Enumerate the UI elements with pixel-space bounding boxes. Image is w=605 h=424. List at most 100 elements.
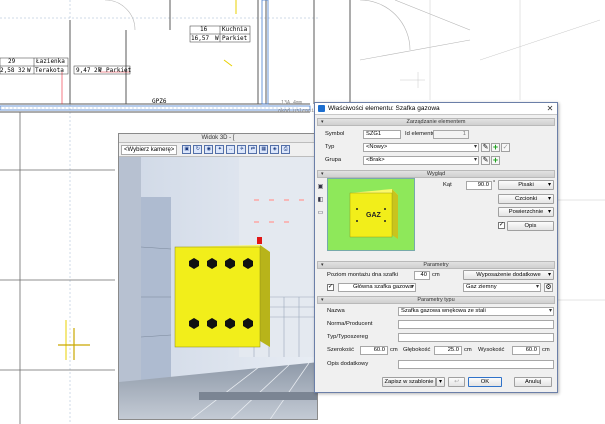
render-icon[interactable]: ◈ [270,145,280,154]
description-checkbox[interactable]: ✓ [498,222,505,229]
save-template-dropdown[interactable] [436,377,445,387]
element-preview: GAZ [327,178,415,251]
main-cabinet-checkbox[interactable]: ✓ [327,284,334,291]
view-3d-icon[interactable]: ▣ [317,184,324,191]
preview-gaz-text: GAZ [366,212,381,219]
pens-button[interactable]: Pisaki [498,180,554,190]
room-number-label: 16 [200,26,208,33]
add-group-button[interactable]: + [491,156,500,165]
room-floor-tag: W [27,67,31,74]
main-cabinet-select[interactable]: Główna szafka gazowa [338,283,416,292]
type-label: Typ [325,144,335,150]
section-title: Zarządzanie elementem [406,119,466,125]
rotate-icon[interactable]: ↻ [193,145,203,154]
collapse-icon: ▾ [321,171,324,177]
angle-unit: ° [493,180,496,186]
section-parameters-header[interactable]: ▾ Parametry [317,261,555,269]
name-select[interactable]: Szafka gazowa wnękowa ze stali [398,307,554,316]
group-label: Grupa [325,157,342,163]
plane-icon[interactable]: ✈ [237,145,247,154]
dialog-title-bar[interactable]: Właściwości elementu: Szafka gazowa ✕ [315,103,557,115]
depth-input[interactable]: 25.0 [434,346,462,355]
view-3d-scene[interactable] [119,157,318,420]
room-floor-tag: W [98,67,102,74]
extra-description-input[interactable] [398,360,554,369]
height-unit: cm [542,347,550,353]
group-select[interactable]: <Brak> [363,156,479,165]
arrows-icon[interactable]: ⇄ [248,145,258,154]
print-icon[interactable]: ⎙ [281,145,291,154]
pencil-icon[interactable]: ✎ [481,143,490,152]
pencil-icon[interactable]: ✎ [481,156,490,165]
collapse-icon: ▾ [321,119,324,125]
type-series-input[interactable] [398,333,554,342]
dialog-title: Właściwości elementu: Szafka gazowa [328,105,440,112]
room-floor-label: Parkiet [106,67,132,74]
gas-type-select[interactable]: Gaz ziemny [463,283,541,292]
room-floor-tag: W [215,35,219,42]
height-label: Wysokość [478,347,505,353]
room-area-label: 16,57 [191,35,210,42]
symbol-input[interactable]: SZG1 [363,130,401,139]
folder-icon[interactable]: ▭ [317,210,324,217]
view-3d-window[interactable]: Widok 3D - [ <Wybierz kamerę> ▣ ↻ ◉ ✦ ↔ … [118,133,318,420]
element-id-label: Id elementu [405,131,436,137]
apply-button[interactable]: ↩ [448,377,465,387]
camera-icon[interactable]: ◉ [204,145,214,154]
section-type-parameters-header[interactable]: ▾ Parametry typu [317,296,555,304]
grid-icon[interactable]: ▦ [259,145,269,154]
view-3d-title: Widok 3D - [ [119,134,317,143]
type-series-label: Typ/Typoszereg [327,334,368,340]
name-label: Nazwa [327,308,345,314]
add-type-button[interactable]: + [491,143,500,152]
annotation-label: 13A 4mm [281,100,303,106]
section-title: Parametry [423,262,449,268]
cube-icon[interactable]: ▣ [182,145,192,154]
depth-unit: cm [464,347,472,353]
room-floor-label: Parkiet [222,35,248,42]
producer-label: Norma/Producent [327,321,373,327]
fonts-button[interactable]: Czcionki [498,194,554,204]
extra-description-label: Opis dodatkowy [327,361,369,367]
extra-equipment-button[interactable]: Wyposażenie dodatkowe [463,270,554,280]
save-template-button[interactable]: Zapisz w szablonie [382,377,436,387]
close-button[interactable]: ✕ [543,104,557,113]
width-unit: cm [390,347,398,353]
depth-label: Głębokość [403,347,431,353]
arrow-icon[interactable]: ↔ [226,145,236,154]
plan-view-icon[interactable]: ◧ [317,197,324,204]
description-button[interactable]: Opis [507,221,554,231]
cabinet-tag-label: GPZ6 [152,98,167,105]
section-title: Wygląd [426,171,446,177]
mount-level-unit: cm [432,272,440,278]
section-appearance-header[interactable]: ▾ Wygląd [317,170,555,178]
cancel-button[interactable]: Anuluj [514,377,552,387]
width-label: Szerokość [327,347,355,353]
section-title: Parametry typu [417,297,455,303]
settings-icon[interactable]: ⚙ [544,283,553,292]
camera-select[interactable]: <Wybierz kamerę> [121,144,178,155]
mount-level-label: Poziom montażu dna szafki [327,272,398,278]
surfaces-button[interactable]: Powierzchnie [498,207,554,217]
symbol-label: Symbol [325,131,345,137]
type-select[interactable]: <Nowy> [363,143,479,152]
height-input[interactable]: 60.0 [512,346,540,355]
producer-input[interactable] [398,320,554,329]
annotation-label: okad uslenni [278,108,315,114]
collapse-icon: ▾ [321,262,324,268]
angle-label: Kąt [443,182,452,188]
room-name-label: Kuchnia [222,26,248,33]
section-management-header[interactable]: ▾ Zarządzanie elementem [317,118,555,126]
ok-button[interactable]: OK [468,377,502,387]
angle-input[interactable]: 90.0 [466,181,492,190]
collapse-icon: ▾ [321,297,324,303]
mount-level-input[interactable]: 40 [414,271,430,280]
walk-icon[interactable]: ✦ [215,145,225,154]
room-floor-label: Terakota [35,67,64,74]
room-number-label: 29 [8,58,16,65]
check-icon[interactable]: ✓ [501,143,510,152]
app-icon [318,105,325,112]
room-name-label: Łazienka [36,58,65,65]
room-area-label: 2,58 32 [0,67,26,74]
width-input[interactable]: 60.0 [360,346,388,355]
